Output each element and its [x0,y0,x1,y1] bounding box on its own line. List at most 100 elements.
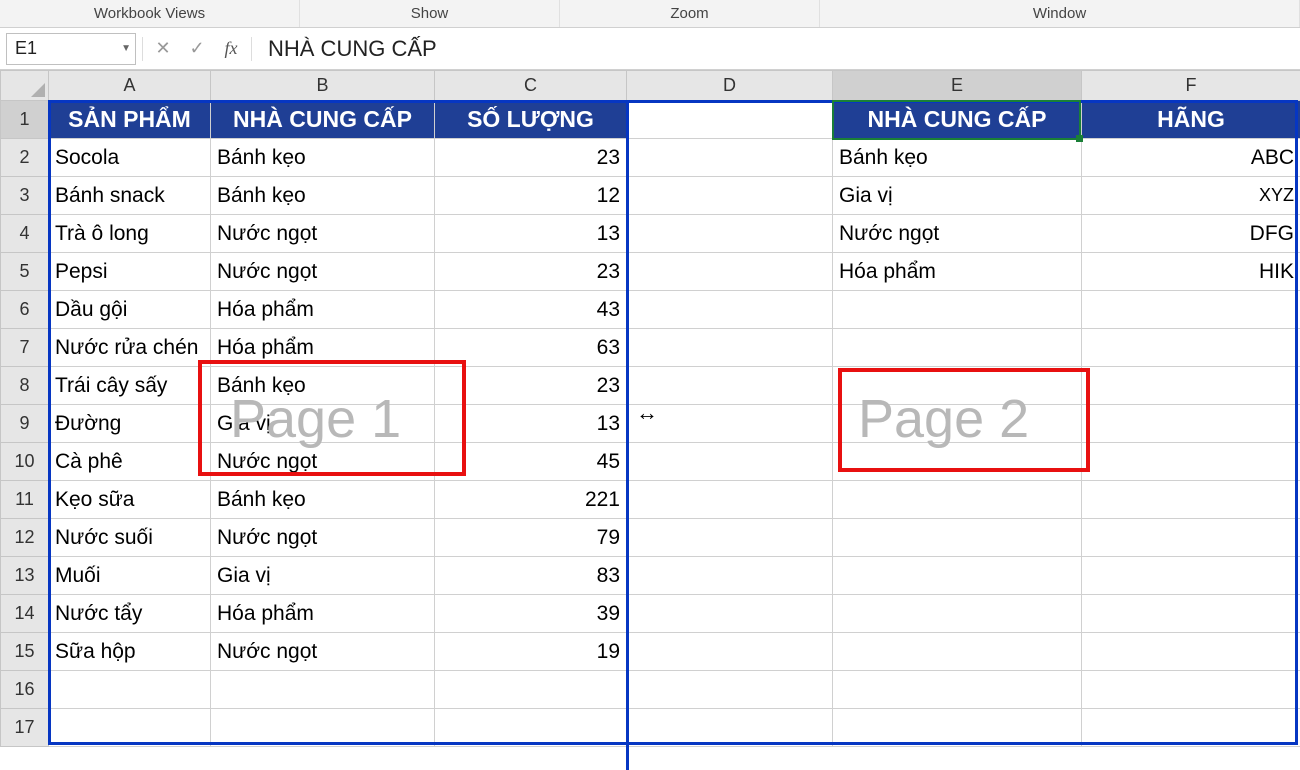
cell[interactable]: Muối [49,557,211,595]
cell[interactable] [211,709,435,747]
row-header[interactable]: 5 [1,253,49,291]
cell[interactable]: Cà phê [49,443,211,481]
cell[interactable]: 79 [435,519,627,557]
cell[interactable]: Gia vị [833,177,1082,215]
col-header-e[interactable]: E [833,71,1082,101]
cell[interactable]: Nước suối [49,519,211,557]
row-header[interactable]: 1 [1,101,49,139]
cell[interactable] [1082,709,1300,747]
formula-input[interactable] [258,33,1294,65]
ribbon-group-zoom[interactable]: Zoom [560,0,820,27]
chevron-down-icon[interactable]: ▼ [121,43,131,54]
cell[interactable] [49,671,211,709]
cell[interactable]: 12 [435,177,627,215]
cell[interactable]: Gia vị [211,557,435,595]
col-header-f[interactable]: F [1082,71,1300,101]
cell[interactable] [1082,633,1300,671]
cell[interactable]: Nước ngọt [211,215,435,253]
row-header[interactable]: 2 [1,139,49,177]
cell[interactable] [833,481,1082,519]
cell[interactable]: 45 [435,443,627,481]
cell[interactable] [627,443,833,481]
cell[interactable] [1082,557,1300,595]
cell[interactable]: Bánh kẹo [211,367,435,405]
cell[interactable] [627,671,833,709]
cell[interactable]: Socola [49,139,211,177]
cell-b1[interactable]: NHÀ CUNG CẤP [211,101,435,139]
cell[interactable]: 221 [435,481,627,519]
cell[interactable]: Pepsi [49,253,211,291]
name-box[interactable]: E1 ▼ [6,33,136,65]
cell[interactable] [627,633,833,671]
cell[interactable] [833,405,1082,443]
cell[interactable]: 23 [435,253,627,291]
cell[interactable] [1082,519,1300,557]
cell[interactable]: Dầu gội [49,291,211,329]
row-header[interactable]: 9 [1,405,49,443]
cell[interactable] [627,519,833,557]
spreadsheet-grid[interactable]: A B C D E F 1 SẢN PHẨM NHÀ CUNG CẤP SỐ L… [0,70,1300,747]
enter-formula-button[interactable]: ✓ [183,35,211,63]
cell[interactable]: Đường [49,405,211,443]
cell[interactable]: 23 [435,139,627,177]
cell[interactable] [627,709,833,747]
cell[interactable] [627,215,833,253]
row-header[interactable]: 14 [1,595,49,633]
cell[interactable]: Bánh kẹo [211,481,435,519]
cell[interactable] [1082,291,1300,329]
cell[interactable]: 13 [435,215,627,253]
cell[interactable]: Nước ngọt [211,633,435,671]
cell[interactable]: Nước ngọt [211,253,435,291]
cell-c1[interactable]: SỐ LƯỢNG [435,101,627,139]
cell[interactable] [1082,671,1300,709]
cell-d1[interactable] [627,101,833,139]
row-header[interactable]: 3 [1,177,49,215]
col-header-c[interactable]: C [435,71,627,101]
cell[interactable] [833,709,1082,747]
row-header[interactable]: 16 [1,671,49,709]
cell[interactable]: Nước rửa chén [49,329,211,367]
cell[interactable]: Bánh snack [49,177,211,215]
cell[interactable] [833,329,1082,367]
row-header[interactable]: 13 [1,557,49,595]
cell[interactable]: HIK [1082,253,1300,291]
cell[interactable]: 23 [435,367,627,405]
cell[interactable]: Nước ngọt [211,443,435,481]
cell[interactable] [1082,367,1300,405]
cell[interactable] [833,443,1082,481]
cell[interactable]: Bánh kẹo [211,139,435,177]
select-all-corner[interactable] [1,71,49,101]
row-header[interactable]: 7 [1,329,49,367]
cell[interactable] [435,671,627,709]
row-header[interactable]: 12 [1,519,49,557]
row-header[interactable]: 4 [1,215,49,253]
cell[interactable]: Nước ngọt [833,215,1082,253]
cell[interactable] [211,671,435,709]
cell[interactable] [1082,405,1300,443]
cell[interactable] [49,709,211,747]
cell[interactable]: Hóa phẩm [211,291,435,329]
cell[interactable]: 83 [435,557,627,595]
cell[interactable] [627,177,833,215]
row-header[interactable]: 6 [1,291,49,329]
cell[interactable] [627,557,833,595]
cancel-formula-button[interactable]: ✕ [149,35,177,63]
ribbon-group-workbook-views[interactable]: Workbook Views [0,0,300,27]
row-header[interactable]: 10 [1,443,49,481]
cell[interactable]: ABC [1082,139,1300,177]
cell[interactable]: Bánh kẹo [833,139,1082,177]
cell[interactable]: Kẹo sữa [49,481,211,519]
cell[interactable] [627,405,833,443]
cell[interactable]: 43 [435,291,627,329]
cell[interactable] [435,709,627,747]
cell[interactable]: Trà ô long [49,215,211,253]
cell-e1[interactable]: NHÀ CUNG CẤP [833,101,1082,139]
cell[interactable] [627,481,833,519]
cell[interactable]: 19 [435,633,627,671]
cell[interactable]: 63 [435,329,627,367]
row-header[interactable]: 15 [1,633,49,671]
cell[interactable]: 13 [435,405,627,443]
cell[interactable]: Sữa hộp [49,633,211,671]
col-header-b[interactable]: B [211,71,435,101]
cell[interactable]: Hóa phẩm [211,595,435,633]
